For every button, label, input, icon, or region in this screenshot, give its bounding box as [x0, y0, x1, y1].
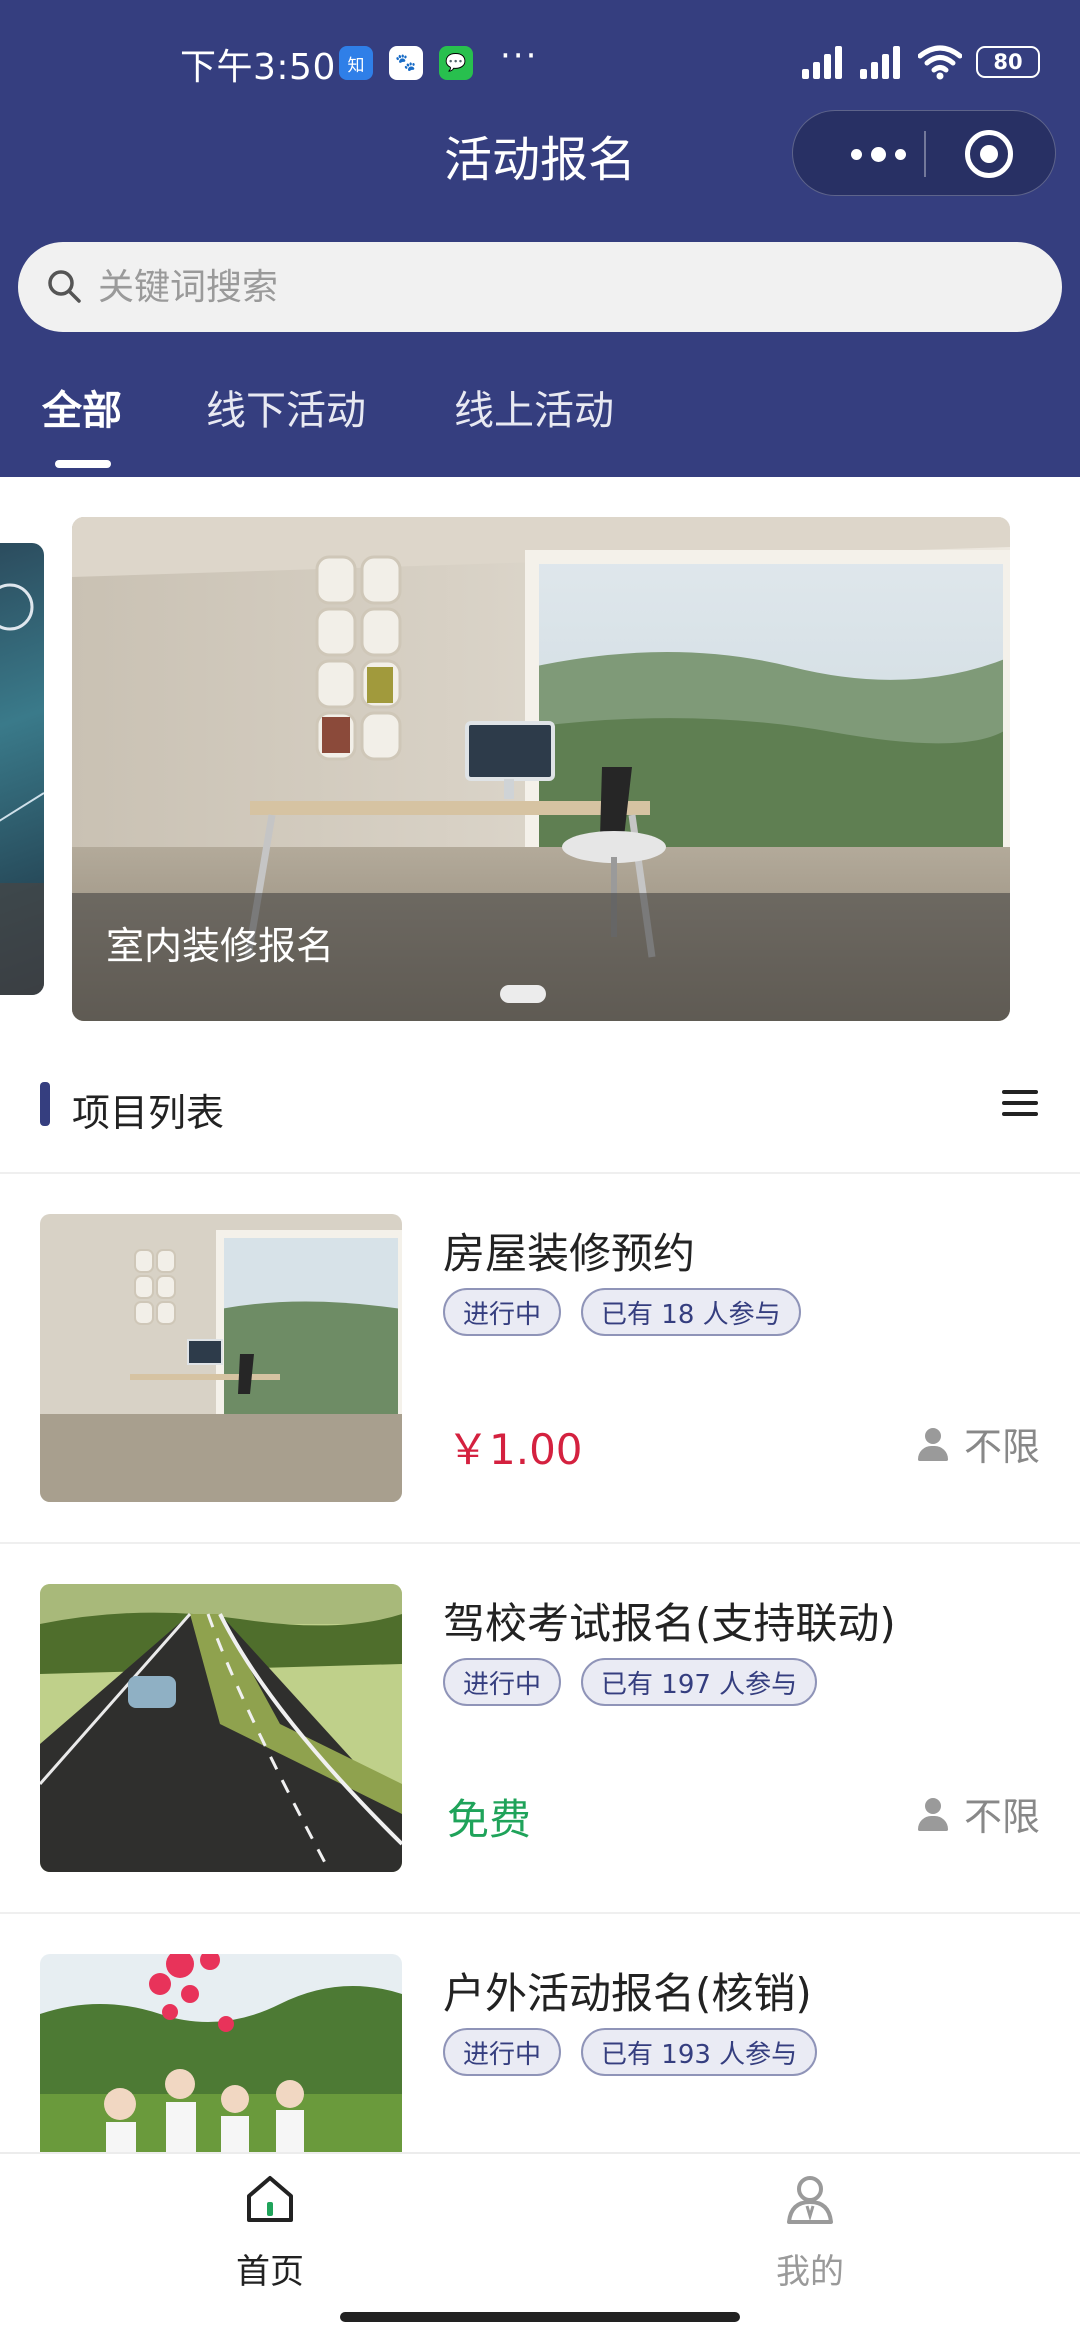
capsule-divider [924, 131, 926, 177]
tab-all[interactable]: 全部 [42, 378, 122, 458]
quota-label: 不限 [963, 1795, 1040, 1839]
list-item[interactable]: 房屋装修预约 进行中 已有 18 人参与 ￥1.00 不限 [0, 1174, 1080, 1542]
status-bar: 下午3:50 知 🐾 💬 ··· 80 [0, 30, 1080, 94]
carousel-indicator [500, 985, 546, 1003]
status-badge: 进行中 [443, 1658, 562, 1706]
participants-badge: 已有 193 人参与 [581, 2028, 818, 2076]
signal-icon [802, 45, 846, 79]
participants-badge: 已有 18 人参与 [581, 1288, 801, 1336]
item-tags: 进行中 已有 193 人参与 [443, 2028, 818, 2076]
header: 下午3:50 知 🐾 💬 ··· 80 活动报名 关键词搜索 全部 线下活动 线… [0, 0, 1080, 477]
item-title: 房屋装修预约 [443, 1229, 696, 1278]
person-icon [916, 1427, 950, 1461]
person-icon [916, 1797, 950, 1831]
battery-icon: 80 [976, 46, 1040, 78]
item-tags: 进行中 已有 18 人参与 [443, 1288, 801, 1336]
item-title: 户外活动报名(核销) [443, 1969, 812, 2018]
more-notifications-icon: ··· [500, 36, 539, 76]
tabbar-home-label: 首页 [236, 2252, 304, 2292]
wechat-badge-icon: 💬 [439, 46, 473, 80]
participants-badge: 已有 197 人参与 [581, 1658, 818, 1706]
item-quota: 不限 [916, 1786, 1040, 1841]
wifi-icon [918, 45, 962, 80]
item-thumbnail [40, 1214, 402, 1502]
item-tags: 进行中 已有 197 人参与 [443, 1658, 818, 1706]
status-badge: 进行中 [443, 2028, 562, 2076]
mini-program-capsule [792, 110, 1056, 196]
banner-previous-slide[interactable] [0, 543, 44, 995]
home-indicator [340, 2312, 740, 2322]
list-item[interactable]: 驾校考试报名(支持联动) 进行中 已有 197 人参与 免费 不限 [0, 1544, 1080, 1912]
banner-carousel[interactable]: 室内装修报名 [72, 517, 1010, 1021]
signal-icon [860, 45, 904, 79]
tab-online[interactable]: 线上活动 [454, 378, 614, 458]
status-badge: 进行中 [443, 1288, 562, 1336]
home-icon [247, 2176, 293, 2222]
tab-offline[interactable]: 线下活动 [206, 378, 366, 458]
tab-active-indicator [55, 460, 111, 468]
item-title: 驾校考试报名(支持联动) [443, 1599, 896, 1648]
baidu-badge-icon: 🐾 [389, 46, 423, 80]
item-thumbnail [40, 1584, 402, 1872]
tabbar-home[interactable]: 首页 [0, 2154, 540, 2304]
tabbar-mine[interactable]: 我的 [540, 2154, 1080, 2304]
banner-caption: 室内装修报名 [106, 924, 335, 968]
user-icon [787, 2176, 833, 2224]
category-tabs: 全部 线下活动 线上活动 [0, 378, 1080, 468]
zhihu-badge-icon: 知 [339, 46, 373, 80]
item-price: 免费 [447, 1795, 532, 1844]
more-options-button[interactable] [833, 131, 923, 177]
close-mini-program-button[interactable] [965, 130, 1013, 178]
search-icon [48, 270, 81, 303]
section-accent-bar [40, 1082, 50, 1126]
section-title: 项目列表 [72, 1091, 225, 1135]
menu-icon[interactable] [1002, 1090, 1038, 1120]
search-input[interactable] [98, 256, 998, 318]
quota-label: 不限 [963, 1425, 1040, 1469]
status-time: 下午3:50 [180, 47, 336, 88]
status-indicators: 80 [802, 40, 1040, 84]
tabbar-mine-label: 我的 [776, 2252, 844, 2292]
search-bar[interactable] [18, 242, 1062, 332]
item-quota: 不限 [916, 1416, 1040, 1471]
item-price: ￥1.00 [447, 1425, 583, 1474]
